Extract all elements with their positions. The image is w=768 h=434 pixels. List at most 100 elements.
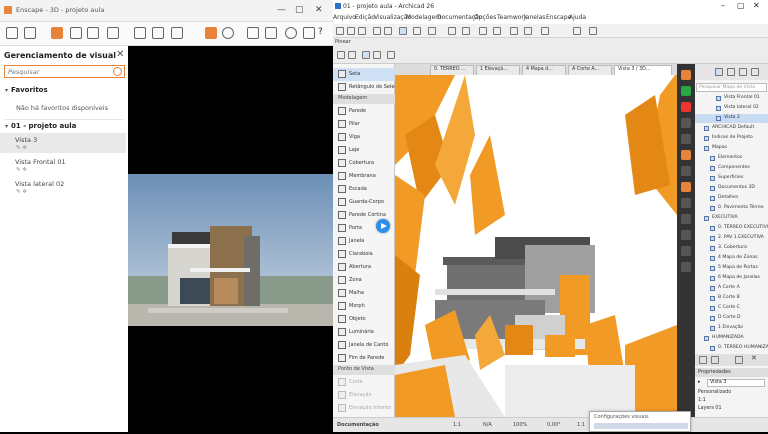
line-style-icon[interactable] xyxy=(428,27,436,35)
tool-modeling-19[interactable]: Fim de Parede xyxy=(333,352,395,365)
batch-icon[interactable] xyxy=(171,27,183,39)
find-icon[interactable] xyxy=(573,27,581,35)
tool-modeling-12[interactable]: Abertura xyxy=(333,261,395,274)
navigator-item[interactable]: ARCHICAD Default xyxy=(695,124,768,133)
menu-item-teamwork[interactable]: Teamwork xyxy=(497,14,527,21)
view-action-icons[interactable]: ✎ ✲ xyxy=(16,145,27,151)
house-icon[interactable] xyxy=(87,27,99,39)
panorama-icon[interactable] xyxy=(152,27,164,39)
close-window-button[interactable]: ✕ xyxy=(753,1,760,10)
tab-terreo[interactable]: 0. TÉRREO ... xyxy=(430,65,474,75)
navigator-item[interactable]: 6 Mapa de Janelas xyxy=(695,274,768,283)
sun-icon[interactable] xyxy=(222,27,234,39)
navigator-item[interactable]: Mapas xyxy=(695,144,768,153)
help-icon[interactable]: ? xyxy=(318,27,330,39)
tool-modeling-15[interactable]: Morph xyxy=(333,300,395,313)
navigator-item[interactable]: 0. TÉRREO EXECUTIVO xyxy=(695,224,768,233)
navigator-item[interactable]: Documentos 3D xyxy=(695,184,768,193)
tool-modeling-11[interactable]: Claraboia xyxy=(333,248,395,261)
view-action-icons[interactable]: ✎ ✲ xyxy=(16,189,27,195)
info-icon[interactable] xyxy=(337,51,345,59)
navigator-item[interactable]: C Corte C xyxy=(695,304,768,313)
select-icon[interactable] xyxy=(348,51,356,59)
menu-item-edicao[interactable]: Edição xyxy=(355,14,375,21)
arrow-tool-icon[interactable] xyxy=(399,27,407,35)
navigator-item[interactable]: 3. Cobertura xyxy=(695,244,768,253)
view-map-icon[interactable] xyxy=(727,68,735,76)
mail-icon[interactable] xyxy=(681,198,691,208)
tool-modeling-6[interactable]: Escada xyxy=(333,183,395,196)
maximize-button[interactable]: ▢ xyxy=(737,1,745,10)
status-na[interactable]: N/A xyxy=(483,422,492,428)
menu-item-janelas[interactable]: Janelas xyxy=(524,14,545,21)
tool-marquee[interactable]: Retângulo de Seleção xyxy=(333,81,403,94)
tool-arrow[interactable]: Seta xyxy=(333,68,395,81)
close-window-button[interactable]: ✕ xyxy=(315,5,323,15)
publisher-icon[interactable] xyxy=(751,68,759,76)
enscape-render-viewport[interactable] xyxy=(128,46,333,432)
navigator-item[interactable]: Índices de Projeto xyxy=(695,134,768,143)
properties-view-field[interactable]: Vista 3 xyxy=(707,379,765,387)
favorites-header[interactable]: ▾ Favoritos xyxy=(5,86,48,94)
zoom-icon[interactable] xyxy=(448,27,456,35)
tool-modeling-16[interactable]: Objeto xyxy=(333,313,395,326)
grid-icon[interactable] xyxy=(303,27,315,39)
visual-settings-popup[interactable]: Configurações visuais xyxy=(589,411,691,432)
new-view-icon[interactable] xyxy=(699,356,707,364)
menu-item-ajuda[interactable]: Ajuda xyxy=(569,14,586,21)
properties-layer[interactable]: Layers 01 xyxy=(698,406,722,411)
menu-item-arquivo[interactable]: Arquivo xyxy=(333,14,356,21)
maximize-button[interactable]: ▢ xyxy=(295,5,304,15)
tool-modeling-5[interactable]: Membrana xyxy=(333,170,395,183)
status-zoom[interactable]: 100% xyxy=(513,422,527,428)
status-scale-2[interactable]: 1:1 xyxy=(577,422,585,428)
3d-view-icon[interactable] xyxy=(510,27,518,35)
tab-mapa[interactable]: 4 Mapa d... xyxy=(522,65,566,75)
navigator-item[interactable]: Vista lateral 02 xyxy=(695,104,768,113)
navigator-item[interactable]: 4 Mapa de Zonas xyxy=(695,254,768,263)
library-icon[interactable] xyxy=(681,166,691,176)
minimize-button[interactable]: — xyxy=(277,5,286,15)
layout-book-icon[interactable] xyxy=(739,68,747,76)
menu-item-opcoes[interactable]: Opções xyxy=(474,14,496,21)
home-icon[interactable] xyxy=(6,27,18,39)
tool-modeling-13[interactable]: Zona xyxy=(333,274,395,287)
marquee-icon[interactable] xyxy=(362,51,370,59)
view-item[interactable]: Vista Frontal 01 ✎ ✲ xyxy=(0,155,126,175)
bim-icon[interactable] xyxy=(681,118,691,128)
tab-corte-a[interactable]: A Corte A... xyxy=(568,65,612,75)
status-scale[interactable]: 1:1 xyxy=(453,422,461,428)
pencil-icon[interactable] xyxy=(413,27,421,35)
settings-icon[interactable] xyxy=(735,356,743,364)
project-map-icon[interactable] xyxy=(715,68,723,76)
viewpoint-section-header[interactable]: Ponto de Vista xyxy=(333,365,395,375)
cloud-icon[interactable] xyxy=(681,134,691,144)
layer-icon[interactable] xyxy=(462,27,470,35)
eye-icon[interactable] xyxy=(285,27,297,39)
tool-modeling-18[interactable]: Janela de Canto xyxy=(333,339,395,352)
tool-modeling-1[interactable]: Pilar xyxy=(333,118,395,131)
new-file-icon[interactable] xyxy=(336,27,344,35)
export-icon[interactable] xyxy=(24,27,36,39)
tool-modeling-0[interactable]: Parede xyxy=(333,105,395,118)
tool-modeling-7[interactable]: Guarda-Corpo xyxy=(333,196,395,209)
tool-modeling-10[interactable]: Janela xyxy=(333,235,395,248)
marquee-rotate-icon[interactable] xyxy=(373,51,381,59)
view-management-icon[interactable] xyxy=(51,27,63,39)
render-icon[interactable] xyxy=(541,27,549,35)
tool-viewpoint-1[interactable]: Elevação xyxy=(333,389,395,402)
search-icon[interactable] xyxy=(113,67,122,76)
navigator-item[interactable]: A Corte A xyxy=(695,284,768,293)
navigator-item[interactable]: B Corte B xyxy=(695,294,768,303)
gear-icon[interactable] xyxy=(681,182,691,192)
settings-icon[interactable] xyxy=(589,27,597,35)
play-button[interactable] xyxy=(376,219,390,233)
enscape-icon[interactable] xyxy=(681,70,691,80)
navigator-item[interactable]: Componentes xyxy=(695,164,768,173)
tool-viewpoint-2[interactable]: Elevação Interior xyxy=(333,402,395,415)
navigator-item[interactable]: 5 Mapa de Portas xyxy=(695,264,768,273)
navigator-item[interactable]: Elementos xyxy=(695,154,768,163)
group-header[interactable]: ▾ 01 - projeto aula xyxy=(5,122,76,130)
minimize-button[interactable]: – xyxy=(721,1,725,10)
video-icon[interactable] xyxy=(681,262,691,272)
